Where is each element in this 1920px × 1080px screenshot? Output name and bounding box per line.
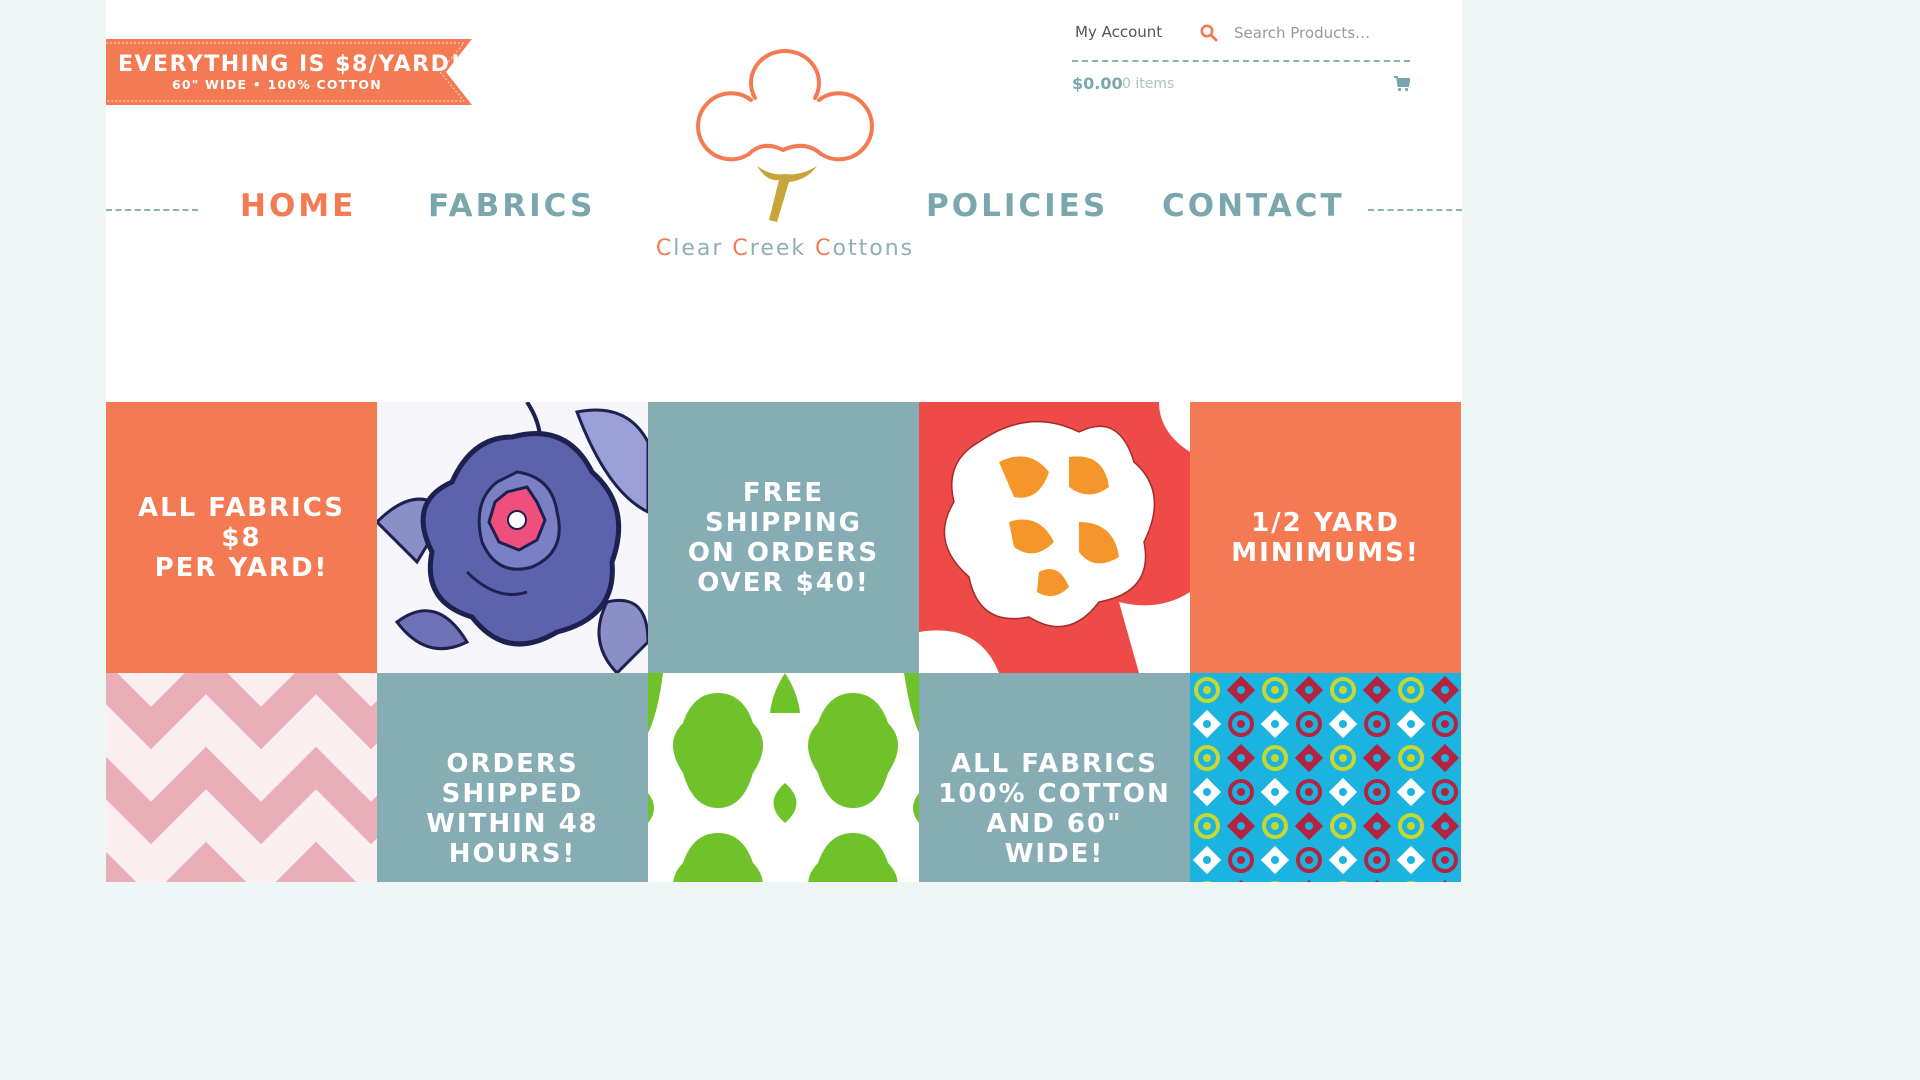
promo-text: 1/2 YARD MINIMUMS! <box>1231 507 1420 568</box>
fabric-tile-blue-medallion[interactable] <box>1190 673 1461 882</box>
fabric-tile-green-quatrefoil[interactable] <box>648 673 919 882</box>
cotton-boll-icon <box>696 49 874 222</box>
site-logo[interactable]: Clear Creek Cottons <box>655 30 915 270</box>
nav-fabrics[interactable]: FABRICS <box>428 188 595 224</box>
promo-tile-shipping-time[interactable]: ORDERS SHIPPED WITHIN 48 HOURS! <box>377 673 648 882</box>
price-banner[interactable]: EVERYTHING IS $8/YARD! 60" WIDE • 100% C… <box>106 39 476 105</box>
promo-text: ALL FABRICS $8 PER YARD! <box>137 492 345 583</box>
fabric-tile-red-floral[interactable] <box>919 402 1190 673</box>
promo-text: ALL FABRICS 100% COTTON AND 60" WIDE! <box>938 748 1171 869</box>
promo-text: FREE SHIPPING ON ORDERS OVER $40! <box>687 477 880 598</box>
cart-total[interactable]: $0.00 <box>1072 74 1123 93</box>
green-quatrefoil-fabric-image <box>648 673 919 882</box>
pink-chevron-fabric-image <box>106 673 377 882</box>
cart-item-count[interactable]: 0 items <box>1122 76 1174 92</box>
nav-contact[interactable]: CONTACT <box>1162 188 1345 224</box>
logo-wordmark: Clear Creek Cottons <box>655 236 915 261</box>
navy-floral-fabric-image <box>377 402 648 673</box>
search-icon[interactable] <box>1200 24 1218 46</box>
red-floral-fabric-image <box>919 402 1190 673</box>
promo-text: ORDERS SHIPPED WITHIN 48 HOURS! <box>426 748 599 869</box>
promo-tile-price[interactable]: ALL FABRICS $8 PER YARD! <box>106 402 377 673</box>
nav-home[interactable]: HOME <box>240 188 356 224</box>
nav-policies[interactable]: POLICIES <box>926 188 1108 224</box>
banner-subline: 60" WIDE • 100% COTTON <box>172 77 382 92</box>
fabric-tile-pink-chevron[interactable] <box>106 673 377 882</box>
promo-tile-minimums[interactable]: 1/2 YARD MINIMUMS! <box>1190 402 1461 673</box>
header-divider <box>1072 60 1410 62</box>
promo-tile-free-shipping[interactable]: FREE SHIPPING ON ORDERS OVER $40! <box>648 402 919 673</box>
blue-medallion-fabric-image <box>1190 673 1461 882</box>
banner-headline: EVERYTHING IS $8/YARD! <box>118 52 462 77</box>
fabric-tile-navy-floral[interactable] <box>377 402 648 673</box>
nav-dash-right <box>1368 209 1462 211</box>
promo-tile-cotton-width[interactable]: ALL FABRICS 100% COTTON AND 60" WIDE! <box>919 673 1190 882</box>
nav-dash-left <box>106 209 198 211</box>
search-input[interactable] <box>1234 21 1414 45</box>
page-container: EVERYTHING IS $8/YARD! 60" WIDE • 100% C… <box>106 0 1462 882</box>
cart-icon[interactable] <box>1394 76 1411 96</box>
my-account-link[interactable]: My Account <box>1075 23 1162 41</box>
